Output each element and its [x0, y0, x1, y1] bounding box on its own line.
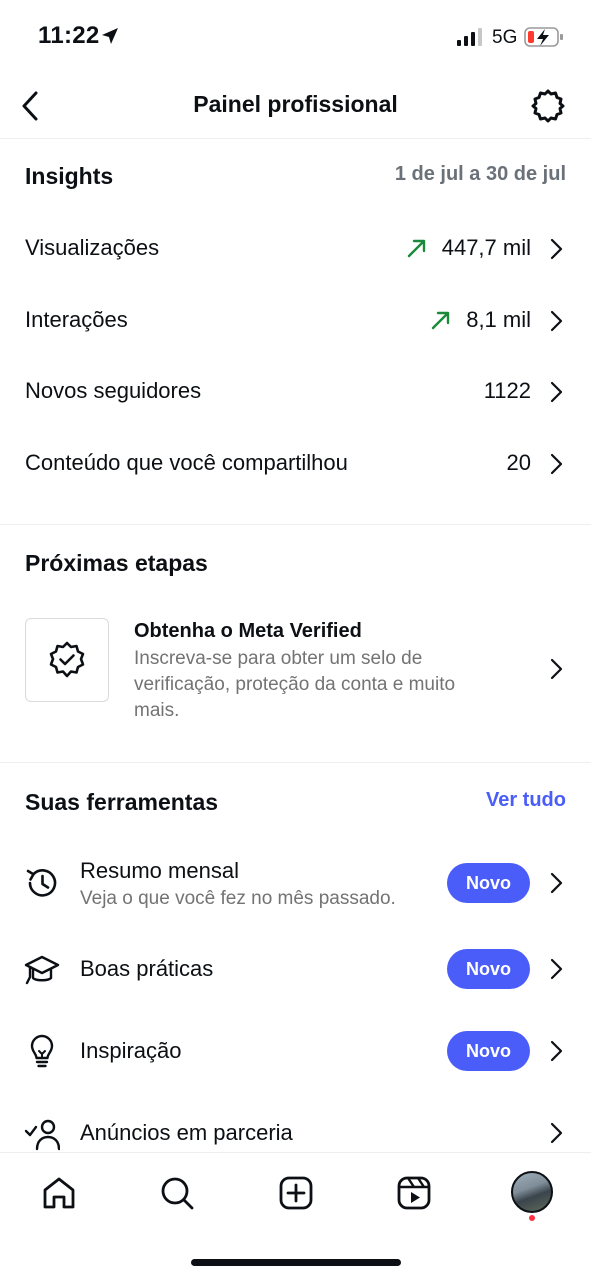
network-type: 5G [492, 27, 518, 48]
chevron-right-icon [550, 238, 563, 260]
battery-charging-icon [524, 27, 563, 47]
graduation-cap-icon [24, 955, 60, 985]
settings-button[interactable] [526, 84, 570, 128]
insight-label: Interações [25, 307, 128, 332]
tool-inspiration[interactable]: Inspiração Novo [0, 1015, 591, 1087]
tool-best-practices[interactable]: Boas práticas Novo [0, 933, 591, 1005]
cellular-signal-icon [457, 28, 482, 46]
insight-value-wrap: 8,1 mil [430, 307, 531, 333]
insight-value: 8,1 mil [466, 307, 531, 332]
meta-verified-card[interactable]: Obtenha o Meta Verified Inscreva-se para… [0, 605, 591, 735]
tool-monthly-summary[interactable]: Resumo mensal Veja o que você fez no mês… [0, 847, 591, 919]
chevron-right-icon [550, 872, 563, 894]
insight-row-new-followers[interactable]: Novos seguidores 1122 [0, 362, 591, 422]
new-badge: Novo [447, 1031, 530, 1071]
chevron-right-icon [550, 310, 563, 332]
insight-value-wrap: 1122 [484, 378, 531, 404]
insight-value: 447,7 mil [441, 235, 531, 260]
lightbulb-icon [30, 1034, 54, 1068]
insights-date-range: 1 de jul a 30 de jul [394, 163, 566, 185]
tool-title: Boas práticas [80, 956, 214, 981]
notification-dot [529, 1215, 535, 1221]
insight-row-views[interactable]: Visualizações 447,7 mil [0, 219, 591, 279]
trend-up-icon [407, 239, 425, 258]
reels-icon [397, 1176, 431, 1210]
insight-value: 1122 [483, 378, 531, 403]
chevron-right-icon [550, 1122, 563, 1144]
verified-icon-box [25, 618, 109, 702]
tab-home[interactable] [39, 1173, 79, 1213]
tab-create[interactable] [276, 1173, 316, 1213]
location-arrow-icon [102, 28, 118, 44]
chevron-right-icon [550, 1040, 563, 1062]
insight-value-wrap: 20 [507, 450, 531, 476]
tool-title: Resumo mensal [80, 858, 239, 883]
gear-icon [531, 89, 565, 123]
chevron-right-icon [550, 381, 563, 403]
tool-title: Inspiração [80, 1038, 182, 1063]
section-divider [0, 762, 591, 763]
status-bar: 11:22 5G [0, 0, 591, 76]
home-icon [43, 1177, 75, 1209]
insight-row-content-shared[interactable]: Conteúdo que você compartilhou 20 [0, 434, 591, 494]
status-time: 11:22 [38, 22, 100, 49]
new-badge: Novo [447, 949, 530, 989]
insights-title: Insights [25, 163, 114, 189]
chevron-right-icon [550, 658, 563, 680]
tool-subtitle: Veja o que você fez no mês passado. [80, 888, 396, 909]
history-icon [26, 869, 57, 897]
trend-up-icon [432, 311, 450, 330]
next-steps-title: Próximas etapas [25, 550, 208, 576]
verified-title: Obtenha o Meta Verified [134, 620, 362, 642]
insight-label: Conteúdo que você compartilhou [25, 450, 348, 475]
header: Painel profissional [0, 76, 591, 138]
tool-title: Anúncios em parceria [80, 1120, 293, 1145]
home-indicator [191, 1259, 401, 1266]
insight-value: 20 [506, 450, 531, 475]
tool-partnership-ads[interactable]: Anúncios em parceria [0, 1097, 591, 1152]
tab-search[interactable] [157, 1173, 197, 1213]
see-all-link[interactable]: Ver tudo [486, 789, 566, 812]
insight-label: Visualizações [25, 235, 160, 260]
search-icon [161, 1177, 194, 1210]
tab-profile-avatar[interactable] [511, 1171, 553, 1213]
new-badge: Novo [447, 863, 530, 903]
insight-label: Novos seguidores [25, 378, 202, 403]
verified-badge-icon [49, 641, 85, 678]
chevron-right-icon [550, 958, 563, 980]
chevron-right-icon [550, 453, 563, 475]
header-divider [0, 138, 591, 139]
verified-description: Inscreva-se para obter um selo de verifi… [134, 648, 456, 721]
partnership-ads-icon [24, 1119, 60, 1151]
section-divider [0, 524, 591, 525]
tools-title: Suas ferramentas [25, 789, 219, 815]
plus-square-icon [279, 1176, 313, 1210]
insight-value-wrap: 447,7 mil [406, 235, 531, 261]
page-title: Painel profissional [193, 91, 398, 117]
insight-row-interactions[interactable]: Interações 8,1 mil [0, 291, 591, 351]
tab-reels[interactable] [394, 1173, 434, 1213]
